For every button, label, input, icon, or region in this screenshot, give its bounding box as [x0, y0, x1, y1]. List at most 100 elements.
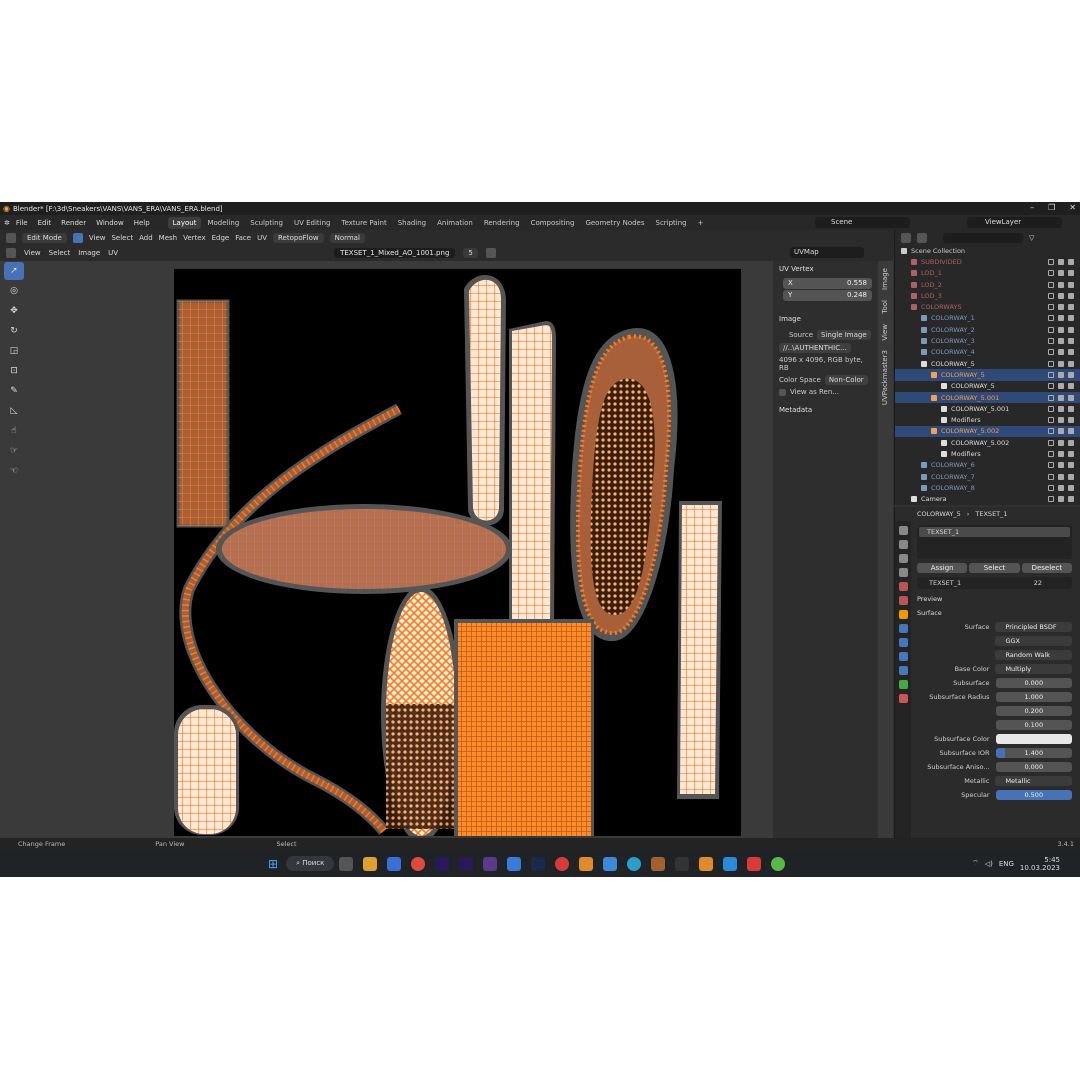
camera-icon[interactable]	[1068, 439, 1074, 446]
camera-icon[interactable]	[1068, 496, 1074, 503]
select-tool-icon[interactable]: ➚	[4, 262, 24, 280]
menu-vertex[interactable]: Vertex	[183, 234, 206, 242]
outliner-row[interactable]: LOD_2	[895, 279, 1080, 290]
eye-icon[interactable]	[1058, 349, 1064, 356]
orientation-dropdown[interactable]: Normal	[329, 232, 365, 243]
eye-icon[interactable]	[1058, 496, 1064, 503]
tab-compositing[interactable]: Compositing	[526, 217, 580, 229]
tab-uv-editing[interactable]: UV Editing	[289, 217, 336, 229]
particles-props-icon[interactable]	[898, 638, 908, 647]
torrent-icon[interactable]	[771, 856, 786, 871]
camera-icon[interactable]	[1068, 338, 1074, 345]
edge-icon[interactable]	[627, 856, 642, 871]
uv-menu-image[interactable]: Image	[78, 249, 100, 257]
outliner-row[interactable]: COLORWAY_4	[895, 347, 1080, 358]
property-value-field[interactable]: 0.500	[995, 790, 1072, 800]
eye-icon[interactable]	[1058, 292, 1064, 299]
eye-icon[interactable]	[1058, 326, 1064, 333]
uv-island-heel[interactable]	[509, 321, 556, 624]
uvmap-selector[interactable]: UVMap	[790, 247, 864, 258]
menu-help[interactable]: Help	[134, 219, 150, 227]
windows-start-icon[interactable]: ⊞	[268, 857, 278, 871]
outliner-row[interactable]: COLORWAYS	[895, 301, 1080, 312]
menu-mesh[interactable]: Mesh	[159, 234, 177, 242]
outliner-row[interactable]: COLORWAY_5	[895, 381, 1080, 392]
deselect-button[interactable]: Deselect	[1021, 563, 1072, 573]
rotate-tool-icon[interactable]: ↻	[4, 322, 24, 340]
camera-icon[interactable]	[1068, 292, 1074, 299]
exclude-checkbox-icon[interactable]	[1048, 383, 1054, 390]
property-value-field[interactable]: Random Walk	[995, 650, 1072, 660]
data-props-icon[interactable]	[898, 680, 908, 689]
view-as-render-checkbox[interactable]	[779, 388, 786, 396]
transform-tool-icon[interactable]: ⊡	[4, 362, 24, 380]
menu-edge[interactable]: Edge	[212, 234, 230, 242]
exclude-checkbox-icon[interactable]	[1048, 496, 1054, 503]
render-props-icon[interactable]	[898, 540, 908, 549]
exclude-checkbox-icon[interactable]	[1048, 428, 1054, 435]
property-value-field[interactable]: GGX	[995, 636, 1072, 646]
menu-file[interactable]: File	[16, 219, 28, 227]
minimize-button[interactable]: –	[1030, 203, 1034, 212]
pin-icon[interactable]	[485, 248, 496, 258]
camera-icon[interactable]	[1068, 462, 1074, 469]
photos-icon[interactable]	[507, 856, 522, 871]
task-view-icon[interactable]	[339, 856, 354, 871]
uv-menu-view[interactable]: View	[24, 249, 41, 257]
menu-select[interactable]: Select	[111, 234, 133, 242]
eye-icon[interactable]	[1058, 405, 1064, 412]
exclude-checkbox-icon[interactable]	[1048, 484, 1054, 491]
box-icon[interactable]	[651, 856, 666, 871]
uv-menu-select[interactable]: Select	[49, 249, 71, 257]
constraints-props-icon[interactable]	[898, 666, 908, 675]
outliner-row[interactable]: COLORWAY_5.001	[895, 391, 1080, 404]
outliner-row[interactable]: Scene Collection	[895, 245, 1080, 256]
add-workspace-button[interactable]: +	[693, 217, 709, 229]
outliner-row[interactable]: COLORWAY_3	[895, 335, 1080, 346]
tab-sculpting[interactable]: Sculpting	[245, 217, 288, 229]
exclude-checkbox-icon[interactable]	[1048, 315, 1054, 322]
uv-editor-type-icon[interactable]	[6, 248, 16, 258]
exclude-checkbox-icon[interactable]	[1048, 281, 1054, 288]
select-button[interactable]: Select	[969, 563, 1020, 573]
menu-view[interactable]: View	[89, 234, 106, 242]
uv-island-dense-block[interactable]	[454, 619, 594, 836]
camera-icon[interactable]	[1068, 270, 1074, 277]
exclude-checkbox-icon[interactable]	[1048, 394, 1054, 401]
property-value-field[interactable]: 0.000	[995, 678, 1072, 688]
material-slot[interactable]: TEXSET_1	[919, 527, 1070, 537]
uv-image-canvas[interactable]	[174, 269, 741, 842]
keyboard-language[interactable]: ENG	[999, 860, 1014, 868]
exclude-checkbox-icon[interactable]	[1048, 405, 1054, 412]
property-value-field[interactable]: 1.000	[995, 692, 1072, 702]
eye-icon[interactable]	[1058, 258, 1064, 265]
uv-menu-uv[interactable]: UV	[108, 249, 118, 257]
camera-icon[interactable]	[1068, 383, 1074, 390]
eye-icon[interactable]	[1058, 315, 1064, 322]
object-props-icon[interactable]	[898, 610, 908, 619]
exclude-checkbox-icon[interactable]	[1048, 349, 1054, 356]
app-icon[interactable]	[483, 856, 498, 871]
menu-render[interactable]: Render	[61, 219, 86, 227]
retopoflow-button[interactable]: RetopoFlow	[273, 232, 324, 243]
scene-selector[interactable]: Scene	[815, 217, 910, 228]
metadata-section-title[interactable]: Metadata	[773, 402, 878, 418]
source-dropdown[interactable]: Single Image	[817, 330, 871, 340]
outliner-display-icon[interactable]	[917, 232, 927, 243]
menu-add[interactable]: Add	[139, 234, 153, 242]
taskbar-search[interactable]: ⌕ Поиск	[286, 856, 335, 871]
outliner-row[interactable]: COLORWAY_5.001	[895, 403, 1080, 414]
tab-image[interactable]: Image	[880, 265, 890, 293]
assign-button[interactable]: Assign	[917, 563, 968, 573]
world-props-icon[interactable]	[898, 596, 908, 605]
eye-icon[interactable]	[1058, 360, 1064, 367]
outliner-editor-icon[interactable]	[901, 232, 911, 243]
camera-icon[interactable]	[1068, 417, 1074, 424]
tab-geometry-nodes[interactable]: Geometry Nodes	[580, 217, 649, 229]
property-value-field[interactable]: 0.200	[995, 706, 1072, 716]
wifi-icon[interactable]: ⌔	[972, 859, 979, 868]
close-button[interactable]: ✕	[1069, 203, 1076, 212]
eye-icon[interactable]	[1058, 462, 1064, 469]
uv-island-insole[interactable]	[381, 586, 461, 842]
outliner-search-input[interactable]	[943, 232, 1023, 243]
